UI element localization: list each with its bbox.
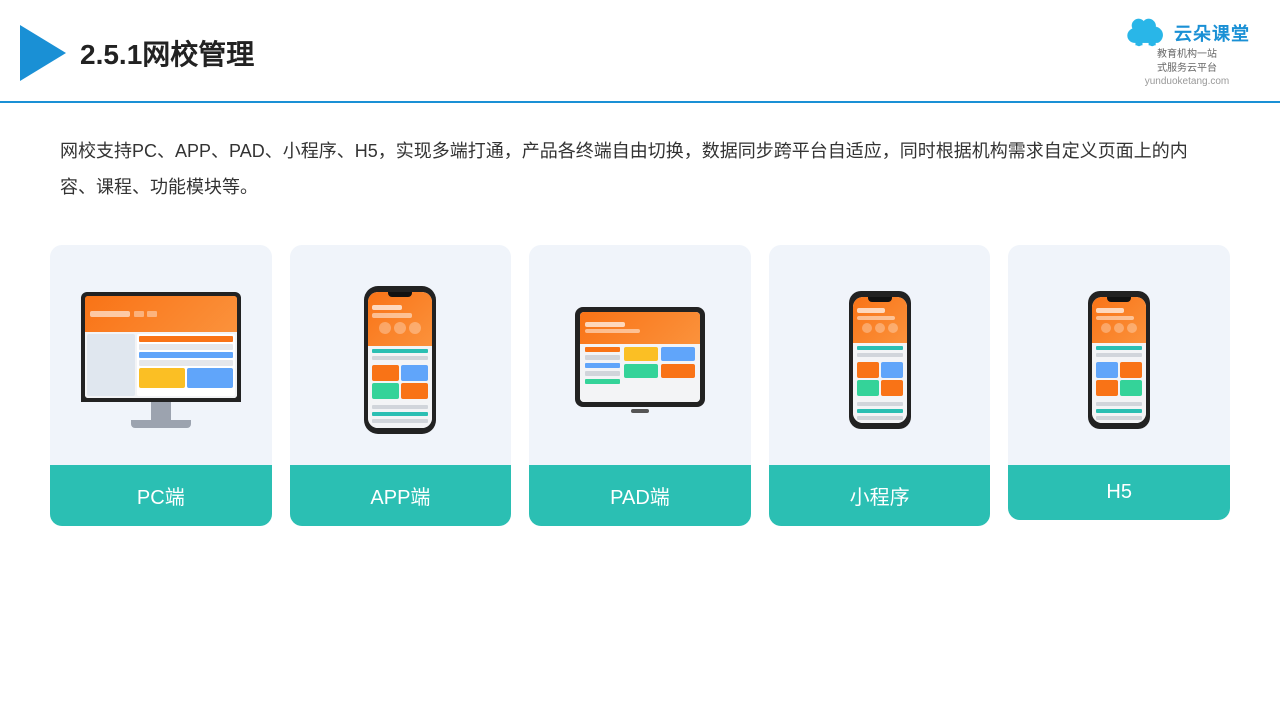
- page-title: 2.5.1网校管理: [80, 33, 254, 73]
- phone-device: [364, 286, 436, 434]
- brand-logo: 云朵课堂: [1124, 18, 1250, 48]
- miniapp-label: 小程序: [769, 465, 991, 526]
- brand-url: yunduoketang.com: [1145, 76, 1230, 87]
- cloud-icon: [1124, 18, 1168, 48]
- logo-arrow-icon: [20, 25, 66, 81]
- h5-label: H5: [1008, 465, 1230, 520]
- miniapp-card: 小程序: [769, 245, 991, 526]
- brand-name: 云朵课堂: [1174, 20, 1250, 46]
- monitor-device: [81, 292, 241, 428]
- cards-container: PC端: [0, 225, 1280, 556]
- pad-card: PAD端: [529, 245, 751, 526]
- phone-device-h5: [1088, 291, 1150, 429]
- pad-label: PAD端: [529, 465, 751, 526]
- brand-logo-area: 云朵课堂 教育机构一站式服务云平台 yunduoketang.com: [1124, 18, 1250, 87]
- description-text: 网校支持PC、APP、PAD、小程序、H5，实现多端打通，产品各终端自由切换，数…: [0, 103, 1280, 215]
- tablet-device: [575, 307, 705, 413]
- phone-device-miniapp: [849, 291, 911, 429]
- description-content: 网校支持PC、APP、PAD、小程序、H5，实现多端打通，产品各终端自由切换，数…: [60, 141, 1188, 197]
- app-label: APP端: [290, 465, 512, 526]
- header: 2.5.1网校管理 云朵课堂 教育机构一站式服务云平台 yunduoketang…: [0, 0, 1280, 103]
- app-image-area: [290, 245, 512, 465]
- pc-card: PC端: [50, 245, 272, 526]
- pad-image-area: [529, 245, 751, 465]
- brand-slogan: 教育机构一站式服务云平台: [1157, 48, 1217, 76]
- h5-image-area: [1008, 245, 1230, 465]
- app-card: APP端: [290, 245, 512, 526]
- pc-label: PC端: [50, 465, 272, 526]
- header-left: 2.5.1网校管理: [20, 25, 254, 81]
- h5-card: H5: [1008, 245, 1230, 520]
- pc-image-area: [50, 245, 272, 465]
- miniapp-image-area: [769, 245, 991, 465]
